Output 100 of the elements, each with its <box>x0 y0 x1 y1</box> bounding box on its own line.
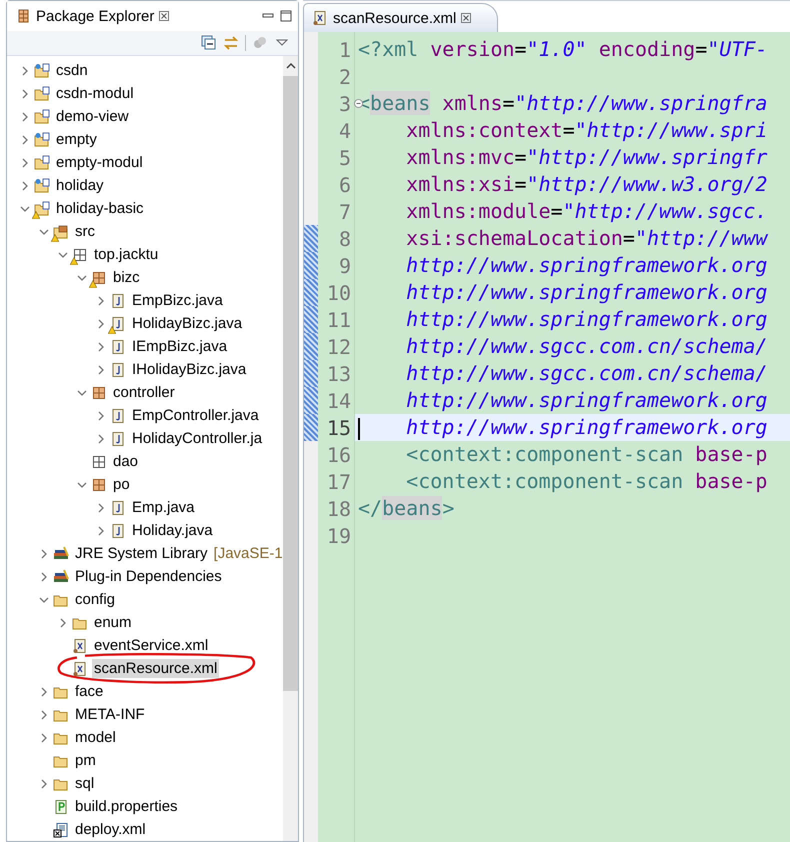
package-icon <box>91 454 107 470</box>
line-number: 3 <box>338 92 351 116</box>
tree-item[interactable]: Emp.java <box>130 498 197 517</box>
java-file-icon <box>110 338 126 354</box>
tree-item[interactable]: empty <box>54 130 99 149</box>
code-line: <context:component-scan base-p <box>405 441 768 468</box>
tree-item[interactable]: enum <box>92 613 134 632</box>
tree-item[interactable]: po <box>111 475 132 494</box>
code-line: <?xml version="1.0" encoding="UTF- <box>357 36 768 63</box>
maximize-icon[interactable] <box>280 10 292 22</box>
line-number: 17 <box>326 470 351 494</box>
tree-item[interactable]: demo-view <box>54 107 131 126</box>
line-number: 2 <box>338 64 351 88</box>
line-number: 9 <box>338 254 351 278</box>
tree-item[interactable]: face <box>73 682 106 701</box>
line-number: 14 <box>326 388 351 412</box>
project-folder-icon <box>34 86 50 102</box>
code-line: http://www.sgcc.com.cn/schema/ <box>405 360 768 387</box>
line-number: 10 <box>326 280 351 304</box>
tree-item[interactable]: eventService.xml <box>92 636 210 655</box>
editor-tab[interactable]: scanResource.xml <box>303 3 498 32</box>
scrollbar-thumb[interactable] <box>282 76 298 691</box>
code-line: xsi:schemaLocation="http://www <box>405 225 770 252</box>
library-books-icon <box>53 546 69 562</box>
line-number: 16 <box>326 442 351 466</box>
scrollbar[interactable] <box>282 56 298 841</box>
java-file-icon <box>110 430 126 446</box>
tree-item[interactable]: bizc <box>111 268 142 287</box>
xml-file-icon <box>72 660 88 676</box>
source-folder-icon <box>53 224 69 240</box>
java-file-icon <box>110 522 126 538</box>
tree-item[interactable]: EmpController.java <box>130 406 261 425</box>
tree-item[interactable]: dao <box>111 452 140 471</box>
line-number: 5 <box>338 146 351 170</box>
tree-item[interactable]: deploy.xml <box>73 820 148 839</box>
tree-item[interactable]: csdn-modul <box>54 84 136 103</box>
package-icon <box>72 246 88 262</box>
tree-item[interactable]: holiday-basic <box>54 199 146 218</box>
code-line: xmlns:xsi="http://www.w3.org/2 <box>405 171 768 198</box>
close-icon[interactable] <box>159 11 170 21</box>
tree-item[interactable]: Holiday.java <box>130 521 215 540</box>
line-number: 12 <box>326 334 351 358</box>
line-number: 15 <box>326 416 351 440</box>
line-number: 13 <box>326 362 351 386</box>
code-line: http://www.springframework.org <box>405 279 768 306</box>
tree-item[interactable]: build.properties <box>73 797 180 816</box>
line-number: 19 <box>326 524 351 548</box>
java-file-icon <box>110 408 126 424</box>
code-line: http://www.springframework.org <box>405 387 768 414</box>
tree-item[interactable]: IHolidayBizc.java <box>130 360 248 379</box>
tree-item[interactable]: pm <box>73 751 98 770</box>
properties-file-icon <box>53 798 69 814</box>
line-number: 7 <box>338 200 351 224</box>
package-icon <box>91 384 107 400</box>
project-folder-icon <box>34 62 50 78</box>
code-line: xmlns:mvc="http://www.springfr <box>405 144 768 171</box>
tree-item[interactable]: JRE System Library <box>73 544 210 563</box>
tree-item[interactable]: scanResource.xml <box>92 659 220 678</box>
tree-item[interactable]: csdn <box>54 61 90 80</box>
tree-item[interactable]: controller <box>111 383 177 402</box>
line-number: 11 <box>326 308 351 332</box>
tree-item[interactable]: sql <box>73 774 96 793</box>
code-line: http://www.springframework.org <box>405 306 768 333</box>
tree-item[interactable]: empty-modul <box>54 153 145 172</box>
project-folder-icon <box>34 132 50 148</box>
code-line: http://www.sgcc.com.cn/schema/ <box>405 333 768 360</box>
java-file-icon <box>110 316 126 332</box>
package-icon <box>91 270 107 286</box>
code-line: xmlns:module="http://www.sgcc. <box>405 198 768 225</box>
tree-item[interactable]: Plug-in Dependencies <box>73 567 224 586</box>
code-line: </beans> <box>357 495 456 522</box>
close-icon[interactable] <box>461 13 472 23</box>
scroll-up-icon[interactable] <box>286 62 296 70</box>
package-icon <box>91 476 107 492</box>
project-folder-icon <box>34 108 50 124</box>
line-number: 18 <box>326 496 351 520</box>
tree-item[interactable]: HolidayBizc.java <box>130 314 244 333</box>
line-number: 6 <box>338 172 351 196</box>
tree-item[interactable]: model <box>73 728 118 747</box>
java-file-icon <box>110 292 126 308</box>
tree-item[interactable]: top.jacktu <box>92 245 160 264</box>
project-folder-icon <box>34 200 50 216</box>
tree-item[interactable]: src <box>73 222 97 241</box>
link-arrows-icon[interactable] <box>223 35 239 51</box>
java-file-icon <box>110 362 126 378</box>
project-folder-icon <box>34 178 50 194</box>
tree-item[interactable]: EmpBizc.java <box>130 291 225 310</box>
tree-item[interactable]: holiday <box>54 176 106 195</box>
xml-file-icon <box>72 638 88 654</box>
tree-item[interactable]: IEmpBizc.java <box>130 337 230 356</box>
tree-item[interactable]: HolidayController.ja <box>130 429 264 448</box>
fold-minus-icon[interactable] <box>354 99 363 108</box>
tree-item[interactable]: META-INF <box>73 705 147 724</box>
line-number: 4 <box>338 118 351 142</box>
code-line: http://www.springframework.org <box>405 252 768 279</box>
library-version-label: [JavaSE-1 <box>214 545 283 562</box>
xml-document-icon <box>53 822 69 838</box>
collapse-all-icon[interactable] <box>201 35 217 51</box>
code-line: <context:component-scan base-p <box>405 468 768 495</box>
tree-item[interactable]: config <box>73 590 118 609</box>
